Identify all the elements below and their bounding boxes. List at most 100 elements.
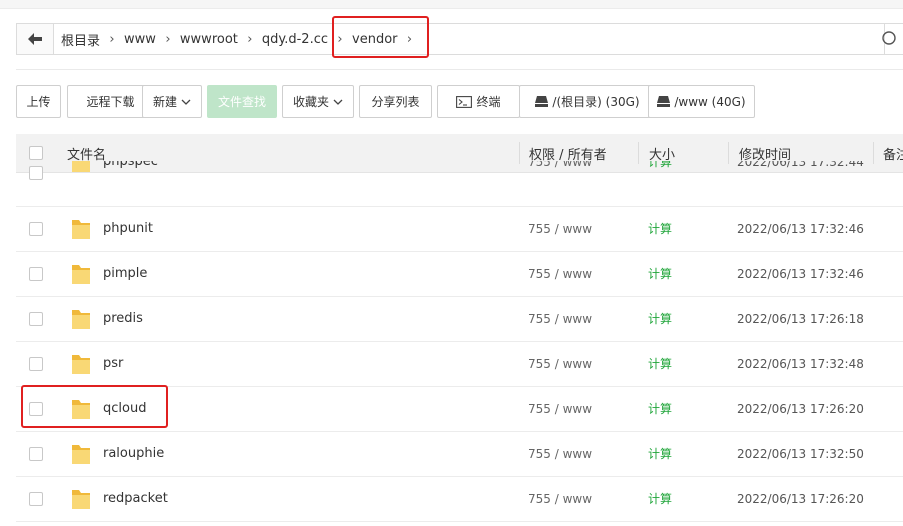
row-checkbox-cell: [29, 341, 43, 386]
row-checkbox-cell: [29, 251, 43, 296]
file-search-label: 文件查找: [217, 95, 266, 109]
file-mtime: 2022/06/13 17:32:46: [737, 266, 864, 281]
row-checkbox-cell: [29, 161, 43, 206]
favorites-button[interactable]: 收藏夹: [282, 85, 354, 118]
chevron-down-icon: [333, 99, 343, 105]
breadcrumb-wwwroot[interactable]: wwwroot: [180, 32, 238, 47]
file-size-calc[interactable]: 计算: [648, 431, 672, 476]
file-size-calc[interactable]: 计算: [648, 476, 672, 521]
table-row[interactable]: phpspec 755 / www 计算 2022/06/13 17:32:44: [16, 161, 903, 207]
file-name[interactable]: qcloud: [103, 386, 146, 431]
table-row[interactable]: pimple 755 / www 计算 2022/06/13 17:32:46: [16, 251, 903, 297]
file-mtime: 2022/06/13 17:32:50: [737, 446, 864, 461]
file-name[interactable]: phpspec: [103, 161, 158, 184]
folder-icon: [70, 386, 92, 431]
disk-www-label: /www (40G): [674, 94, 746, 109]
folder-icon: [70, 161, 92, 184]
row-checkbox[interactable]: [29, 356, 43, 371]
row-checkbox-cell: [29, 431, 43, 476]
file-permission[interactable]: 755 / www: [528, 476, 592, 521]
row-checkbox[interactable]: [29, 266, 43, 281]
file-search-button[interactable]: 文件查找: [207, 85, 277, 118]
disk-www-button[interactable]: /www (40G): [648, 85, 755, 118]
new-label: 新建: [152, 95, 177, 109]
chevron-down-icon: [181, 99, 191, 105]
share-list-button[interactable]: 分享列表: [359, 85, 432, 118]
table-row[interactable]: phpunit 755 / www 计算 2022/06/13 17:32:46: [16, 206, 903, 252]
row-checkbox[interactable]: [29, 165, 43, 180]
file-size-calc[interactable]: 计算: [648, 341, 672, 386]
terminal-icon: [456, 95, 473, 108]
file-size-calc[interactable]: 计算: [648, 206, 672, 251]
file-mtime: 2022/06/13 17:26:20: [737, 491, 864, 506]
row-checkbox[interactable]: [29, 221, 43, 236]
terminal-label: 终端: [476, 95, 501, 109]
breadcrumb-vendor[interactable]: vendor: [352, 32, 397, 47]
file-list: phpspec 755 / www 计算 2022/06/13 17:32:44…: [16, 161, 903, 526]
arrow-left-icon: [28, 33, 42, 45]
divider: [16, 69, 903, 70]
file-permission[interactable]: 755 / www: [528, 206, 592, 251]
breadcrumb-root[interactable]: 根目录: [61, 30, 100, 49]
file-mtime: 2022/06/13 17:26:20: [737, 401, 864, 416]
upload-button[interactable]: 上传: [16, 85, 61, 118]
chevron-right-icon[interactable]: ›: [398, 32, 422, 47]
table-row[interactable]: psr 755 / www 计算 2022/06/13 17:32:48: [16, 341, 903, 387]
breadcrumb-site[interactable]: qdy.d-2.cc: [262, 32, 328, 47]
file-permission[interactable]: 755 / www: [528, 161, 592, 184]
folder-icon: [70, 341, 92, 386]
chevron-right-icon: ›: [165, 31, 171, 47]
folder-icon: [70, 476, 92, 521]
file-name[interactable]: redpacket: [103, 476, 168, 521]
folder-icon: [70, 296, 92, 341]
table-row[interactable]: redpacket 755 / www 计算 2022/06/13 17:26:…: [16, 476, 903, 522]
file-permission[interactable]: 755 / www: [528, 386, 592, 431]
row-checkbox[interactable]: [29, 401, 43, 416]
path-bar: 根目录 › www › wwwroot › qdy.d-2.cc › vendo…: [16, 23, 903, 55]
file-mtime: 2022/06/13 17:32:44: [737, 161, 864, 169]
row-checkbox-cell: [29, 206, 43, 251]
file-name[interactable]: psr: [103, 341, 123, 386]
breadcrumb: 根目录 › www › wwwroot › qdy.d-2.cc › vendo…: [61, 24, 422, 54]
file-name[interactable]: phpunit: [103, 206, 153, 251]
table-row[interactable]: predis 755 / www 计算 2022/06/13 17:26:18: [16, 296, 903, 342]
folder-icon: [70, 206, 92, 251]
select-all-checkbox[interactable]: [29, 146, 43, 160]
share-list-label: 分享列表: [371, 95, 420, 109]
file-permission[interactable]: 755 / www: [528, 341, 592, 386]
row-checkbox[interactable]: [29, 446, 43, 461]
row-checkbox-cell: [29, 386, 43, 431]
file-permission[interactable]: 755 / www: [528, 431, 592, 476]
disk-icon: [657, 96, 671, 107]
row-checkbox[interactable]: [29, 311, 43, 326]
disk-icon: [535, 96, 549, 107]
search-icon[interactable]: [881, 30, 897, 46]
back-button[interactable]: [17, 24, 54, 54]
disk-root-label: /(根目录) (30G): [552, 95, 640, 109]
upload-label: 上传: [26, 95, 51, 109]
chevron-right-icon: ›: [247, 31, 253, 47]
new-button[interactable]: 新建: [142, 85, 202, 118]
disk-root-button[interactable]: /(根目录) (30G): [519, 85, 656, 118]
row-checkbox[interactable]: [29, 491, 43, 506]
table-row[interactable]: ralouphie 755 / www 计算 2022/06/13 17:32:…: [16, 431, 903, 477]
table-row[interactable]: qcloud 755 / www 计算 2022/06/13 17:26:20: [16, 386, 903, 432]
row-checkbox-cell: [29, 296, 43, 341]
row-checkbox-cell: [29, 476, 43, 521]
file-name[interactable]: predis: [103, 296, 143, 341]
file-mtime: 2022/06/13 17:32:46: [737, 221, 864, 236]
breadcrumb-www[interactable]: www: [124, 32, 156, 47]
terminal-button[interactable]: 终端: [437, 85, 520, 118]
file-mtime: 2022/06/13 17:32:48: [737, 356, 864, 371]
file-size-calc[interactable]: 计算: [648, 296, 672, 341]
file-permission[interactable]: 755 / www: [528, 296, 592, 341]
file-size-calc[interactable]: 计算: [648, 251, 672, 296]
chevron-right-icon: ›: [337, 31, 343, 47]
file-name[interactable]: pimple: [103, 251, 147, 296]
file-permission[interactable]: 755 / www: [528, 251, 592, 296]
file-size-calc[interactable]: 计算: [648, 386, 672, 431]
remote-download-button[interactable]: 远程下载: [67, 85, 154, 118]
file-size-calc[interactable]: 计算: [648, 161, 672, 184]
top-strip: [0, 0, 903, 9]
file-name[interactable]: ralouphie: [103, 431, 164, 476]
